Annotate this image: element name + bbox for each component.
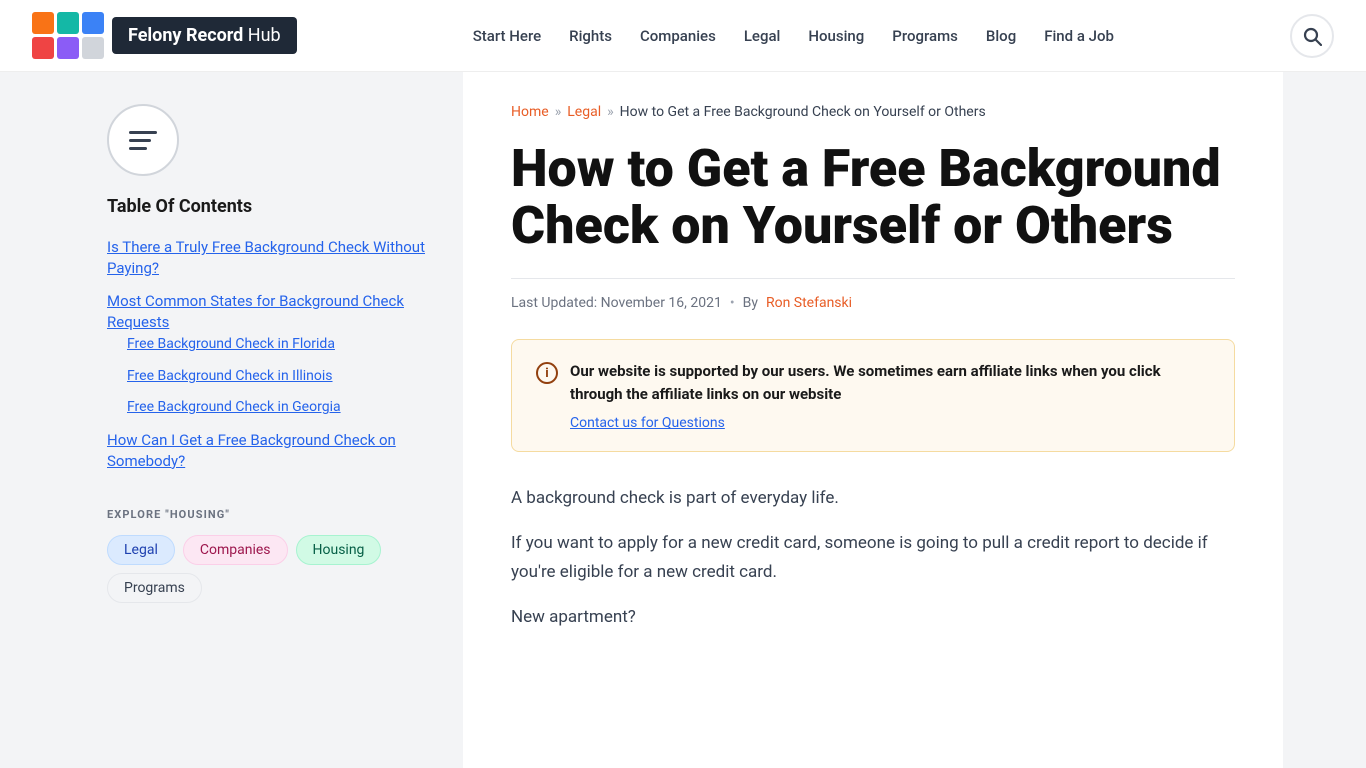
toc-list: Is There a Truly Free Background Check W…: [107, 237, 431, 472]
breadcrumb-current: How to Get a Free Background Check on Yo…: [620, 104, 986, 120]
toc-line-1: [129, 131, 157, 134]
breadcrumb-home[interactable]: Home: [511, 104, 549, 120]
affiliate-contact-link[interactable]: Contact us for Questions: [570, 415, 1210, 431]
logo-block-2: [57, 12, 79, 34]
toc-item-2: Most Common States for Background Check …: [107, 291, 431, 418]
content-area: Table Of Contents Is There a Truly Free …: [83, 72, 1283, 768]
tag-housing[interactable]: Housing: [296, 535, 382, 565]
body-paragraph-3: New apartment?: [511, 603, 1235, 632]
page-wrapper: Table Of Contents Is There a Truly Free …: [0, 72, 1366, 768]
logo-block-1: [32, 12, 54, 34]
tag-legal[interactable]: Legal: [107, 535, 175, 565]
breadcrumb-sep-2: »: [607, 104, 614, 120]
nav-blog[interactable]: Blog: [986, 27, 1016, 45]
toc-sub-item-florida: Free Background Check in Florida: [127, 333, 431, 355]
tag-companies[interactable]: Companies: [183, 535, 288, 565]
nav-find-a-job[interactable]: Find a Job: [1044, 27, 1114, 45]
breadcrumb-legal[interactable]: Legal: [567, 104, 601, 120]
affiliate-text: Our website is supported by our users. W…: [570, 360, 1210, 405]
explore-label: EXPLORE "HOUSING": [107, 508, 431, 521]
toc-title: Table Of Contents: [107, 196, 431, 217]
nav-companies[interactable]: Companies: [640, 27, 716, 45]
breadcrumb-sep-1: »: [555, 104, 562, 120]
explore-tags: Legal Companies Housing Programs: [107, 535, 431, 603]
toc-item-1: Is There a Truly Free Background Check W…: [107, 237, 431, 279]
toc-item-3: How Can I Get a Free Background Check on…: [107, 430, 431, 472]
explore-section: EXPLORE "HOUSING" Legal Companies Housin…: [107, 508, 431, 603]
logo-block-5: [57, 37, 79, 59]
nav-housing[interactable]: Housing: [808, 27, 864, 45]
toc-link-georgia[interactable]: Free Background Check in Georgia: [127, 399, 341, 415]
meta-dot: •: [730, 295, 735, 311]
toc-link-somebody[interactable]: How Can I Get a Free Background Check on…: [107, 431, 396, 470]
article-divider: [511, 278, 1235, 279]
affiliate-box: i Our website is supported by our users.…: [511, 339, 1235, 452]
toc-link-free-check[interactable]: Is There a Truly Free Background Check W…: [107, 238, 425, 277]
nav-legal[interactable]: Legal: [744, 27, 781, 45]
breadcrumb: Home » Legal » How to Get a Free Backgro…: [511, 104, 1235, 120]
search-icon: [1302, 26, 1322, 46]
article-body: A background check is part of everyday l…: [511, 484, 1235, 632]
body-paragraph-1: A background check is part of everyday l…: [511, 484, 1235, 513]
site-header: Felony Record Hub Start Here Rights Comp…: [0, 0, 1366, 72]
article-updated: Last Updated: November 16, 2021: [511, 295, 722, 311]
logo-text: Felony Record Hub: [128, 25, 281, 46]
logo-text-area: Felony Record Hub: [112, 17, 297, 54]
nav-start-here[interactable]: Start Here: [473, 27, 541, 45]
sidebar: Table Of Contents Is There a Truly Free …: [83, 72, 463, 768]
toc-icon-circle: [107, 104, 179, 176]
toc-line-2: [129, 139, 151, 142]
meta-by: By: [743, 295, 758, 311]
logo-area[interactable]: Felony Record Hub: [32, 12, 297, 59]
toc-sub-item-illinois: Free Background Check in Illinois: [127, 365, 431, 387]
info-icon: i: [536, 362, 558, 384]
logo-block-4: [32, 37, 54, 59]
article-meta: Last Updated: November 16, 2021 • By Ron…: [511, 295, 1235, 311]
article-title: How to Get a Free Background Check on Yo…: [511, 140, 1235, 254]
author-link[interactable]: Ron Stefanski: [766, 295, 852, 311]
toc-line-3: [129, 147, 147, 150]
affiliate-box-header: i Our website is supported by our users.…: [536, 360, 1210, 405]
body-paragraph-2: If you want to apply for a new credit ca…: [511, 529, 1235, 587]
toc-icon: [129, 131, 157, 150]
tag-programs[interactable]: Programs: [107, 573, 202, 603]
toc-link-florida[interactable]: Free Background Check in Florida: [127, 336, 335, 352]
nav-rights[interactable]: Rights: [569, 27, 612, 45]
logo-block-6: [82, 37, 104, 59]
main-content: Home » Legal » How to Get a Free Backgro…: [463, 72, 1283, 768]
toc-sub-item-georgia: Free Background Check in Georgia: [127, 396, 431, 418]
toc-link-illinois[interactable]: Free Background Check in Illinois: [127, 368, 333, 384]
logo-block-3: [82, 12, 104, 34]
main-nav: Start Here Rights Companies Legal Housin…: [473, 27, 1114, 45]
nav-programs[interactable]: Programs: [892, 27, 958, 45]
toc-link-common-states[interactable]: Most Common States for Background Check …: [107, 292, 404, 331]
logo-blocks: [32, 12, 108, 59]
search-button[interactable]: [1290, 14, 1334, 58]
toc-sub-list: Free Background Check in Florida Free Ba…: [127, 333, 431, 418]
